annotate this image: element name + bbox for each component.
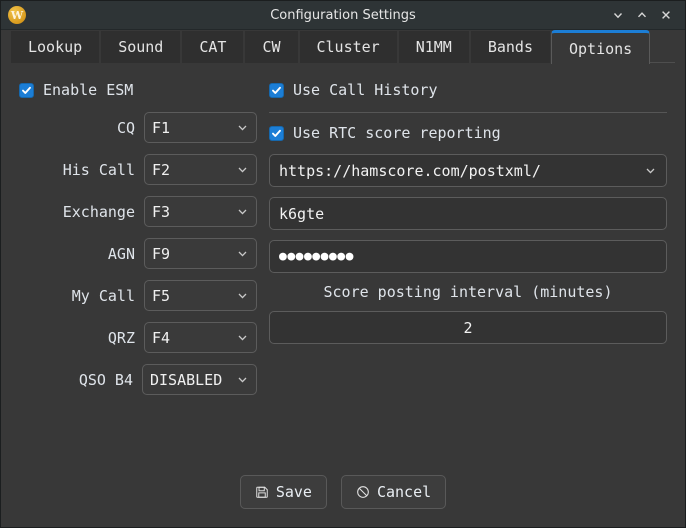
cancel-button[interactable]: Cancel bbox=[340, 475, 447, 509]
esm-column: Enable ESM CQ F1 His Call F2 Exchange F3… bbox=[19, 79, 257, 457]
password-input[interactable]: ●●●●●●●●● bbox=[269, 240, 667, 273]
check-icon bbox=[21, 85, 32, 96]
options-panel: Enable ESM CQ F1 His Call F2 Exchange F3… bbox=[1, 63, 685, 457]
cq-row: CQ F1 bbox=[19, 112, 257, 143]
cq-select[interactable]: F1 bbox=[144, 112, 257, 143]
window-controls bbox=[607, 4, 685, 26]
username-value: k6gte bbox=[279, 204, 325, 223]
tab-n1mm[interactable]: N1MM bbox=[397, 31, 470, 63]
save-button[interactable]: Save bbox=[239, 475, 327, 509]
minimize-button[interactable] bbox=[607, 4, 629, 26]
configuration-settings-window: W Configuration Settings Lookup Sound CA… bbox=[0, 0, 686, 528]
my-call-row: My Call F5 bbox=[19, 280, 257, 311]
w-logo-icon: W bbox=[8, 6, 26, 24]
username-input[interactable]: k6gte bbox=[269, 197, 667, 230]
qso-b4-label: QSO B4 bbox=[78, 370, 133, 389]
enable-esm-label: Enable ESM bbox=[43, 81, 134, 99]
tab-sound[interactable]: Sound bbox=[100, 31, 182, 63]
his-call-label: His Call bbox=[62, 160, 135, 179]
tab-label: Sound bbox=[118, 38, 164, 56]
exchange-label: Exchange bbox=[62, 202, 135, 221]
qso-b4-value: DISABLED bbox=[150, 370, 223, 389]
tab-cw[interactable]: CW bbox=[244, 31, 299, 63]
chevron-down-icon bbox=[236, 289, 249, 302]
score-posting-interval-label: Score posting interval (minutes) bbox=[323, 283, 613, 301]
chevron-down-icon bbox=[236, 247, 249, 260]
score-url-value: https://hamscore.com/postxml/ bbox=[279, 161, 541, 180]
tab-label: CAT bbox=[199, 38, 227, 56]
tab-label: Cluster bbox=[316, 38, 380, 56]
use-rtc-score-reporting-row[interactable]: Use RTC score reporting bbox=[269, 122, 667, 144]
my-call-select[interactable]: F5 bbox=[144, 280, 257, 311]
check-icon bbox=[271, 85, 282, 96]
score-posting-interval-input[interactable]: 2 bbox=[269, 311, 667, 344]
close-icon bbox=[659, 8, 673, 22]
qso-b4-select[interactable]: DISABLED bbox=[142, 364, 257, 395]
section-divider bbox=[269, 112, 667, 113]
exchange-select[interactable]: F3 bbox=[144, 196, 257, 227]
dialog-footer: Save Cancel bbox=[1, 457, 685, 527]
my-call-label: My Call bbox=[71, 286, 135, 305]
agn-value: F9 bbox=[152, 244, 171, 263]
tab-bands[interactable]: Bands bbox=[469, 31, 551, 63]
use-call-history-label: Use Call History bbox=[293, 81, 438, 99]
use-call-history-checkbox[interactable] bbox=[269, 82, 284, 98]
tab-lookup[interactable]: Lookup bbox=[11, 31, 101, 63]
chevron-down-icon bbox=[236, 205, 249, 218]
chevron-down-icon bbox=[236, 121, 249, 134]
score-url-combobox[interactable]: https://hamscore.com/postxml/ bbox=[269, 154, 667, 187]
cancel-button-label: Cancel bbox=[376, 483, 432, 501]
tab-cluster[interactable]: Cluster bbox=[298, 31, 398, 63]
titlebar: W Configuration Settings bbox=[1, 1, 685, 30]
use-call-history-row[interactable]: Use Call History bbox=[269, 79, 667, 101]
agn-select[interactable]: F9 bbox=[144, 238, 257, 269]
tab-label: Options bbox=[569, 39, 633, 58]
my-call-value: F5 bbox=[152, 286, 171, 305]
chevron-down-icon bbox=[236, 331, 249, 344]
exchange-value: F3 bbox=[152, 202, 171, 221]
chevron-up-icon bbox=[635, 8, 649, 22]
tab-bar: Lookup Sound CAT CW Cluster N1MM Bands O… bbox=[1, 30, 685, 64]
enable-esm-row[interactable]: Enable ESM bbox=[19, 79, 257, 101]
prohibited-icon bbox=[356, 485, 370, 499]
chevron-down-icon bbox=[611, 8, 625, 22]
agn-row: AGN F9 bbox=[19, 238, 257, 269]
qrz-label: QRZ bbox=[107, 328, 135, 347]
close-button[interactable] bbox=[655, 4, 677, 26]
maximize-button[interactable] bbox=[631, 4, 653, 26]
cq-label: CQ bbox=[116, 118, 135, 137]
chevron-down-icon bbox=[236, 373, 249, 386]
check-icon bbox=[271, 128, 282, 139]
qrz-select[interactable]: F4 bbox=[144, 322, 257, 353]
qrz-value: F4 bbox=[152, 328, 171, 347]
tab-label: N1MM bbox=[415, 38, 452, 56]
qrz-row: QRZ F4 bbox=[19, 322, 257, 353]
tab-options[interactable]: Options bbox=[551, 30, 651, 64]
window-title: Configuration Settings bbox=[270, 7, 416, 23]
tab-label: Lookup bbox=[28, 38, 83, 56]
floppy-disk-icon bbox=[255, 485, 269, 499]
chevron-down-icon bbox=[644, 164, 657, 177]
his-call-row: His Call F2 bbox=[19, 154, 257, 185]
agn-label: AGN bbox=[107, 244, 135, 263]
exchange-row: Exchange F3 bbox=[19, 196, 257, 227]
his-call-select[interactable]: F2 bbox=[144, 154, 257, 185]
tab-label: Bands bbox=[487, 38, 533, 56]
use-rtc-score-reporting-checkbox[interactable] bbox=[269, 125, 284, 141]
his-call-value: F2 bbox=[152, 160, 171, 179]
qso-b4-row: QSO B4 DISABLED bbox=[19, 364, 257, 395]
save-button-label: Save bbox=[275, 483, 312, 501]
cq-value: F1 bbox=[152, 118, 171, 137]
use-rtc-score-reporting-label: Use RTC score reporting bbox=[293, 124, 501, 142]
enable-esm-checkbox[interactable] bbox=[19, 82, 34, 98]
tab-label: CW bbox=[262, 38, 281, 56]
tab-cat[interactable]: CAT bbox=[181, 31, 245, 63]
score-posting-interval-value: 2 bbox=[463, 318, 473, 337]
scoring-column: Use Call History Use RTC score reporting… bbox=[257, 79, 667, 457]
chevron-down-icon bbox=[236, 163, 249, 176]
password-value: ●●●●●●●●● bbox=[279, 250, 354, 263]
